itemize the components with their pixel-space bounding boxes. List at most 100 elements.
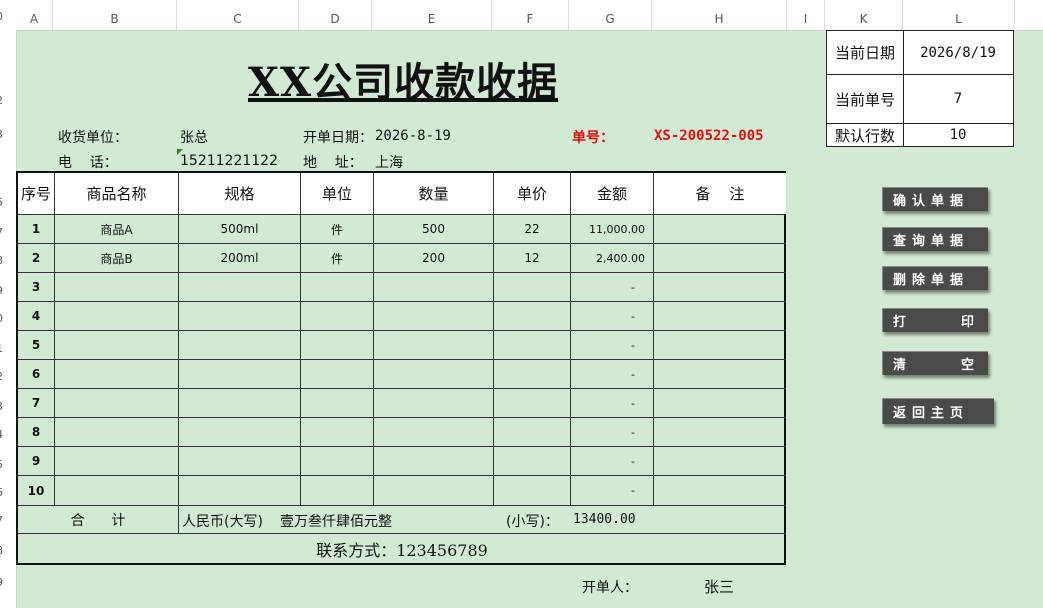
order-no-value[interactable]: XS-200522-005: [654, 128, 764, 144]
row-number[interactable]: 9: [0, 284, 12, 297]
row-spec[interactable]: 200ml: [179, 244, 301, 273]
row-unit[interactable]: [301, 389, 374, 418]
row-number[interactable]: 7: [0, 514, 12, 527]
column-header-l[interactable]: L: [903, 0, 1015, 30]
row-note[interactable]: [654, 476, 786, 506]
date-value[interactable]: 2026-8-19: [375, 128, 451, 144]
row-amount[interactable]: 11,000.00: [571, 215, 654, 244]
row-unit[interactable]: [301, 476, 374, 506]
row-note[interactable]: [654, 360, 786, 389]
clear-button[interactable]: 清 空: [882, 351, 988, 375]
row-name[interactable]: [55, 331, 179, 360]
row-qty[interactable]: [374, 418, 494, 447]
row-number[interactable]: 3: [0, 128, 12, 141]
row-note[interactable]: [654, 418, 786, 447]
print-button[interactable]: 打 印: [882, 308, 988, 332]
row-spec[interactable]: [179, 302, 301, 331]
row-qty[interactable]: [374, 389, 494, 418]
column-header-i[interactable]: I: [787, 0, 825, 30]
row-unit[interactable]: [301, 302, 374, 331]
row-number[interactable]: 3: [0, 400, 12, 413]
row-number[interactable]: 7: [0, 226, 12, 239]
query-receipt-button[interactable]: 查询单据: [882, 227, 988, 251]
row-spec[interactable]: 500ml: [179, 215, 301, 244]
row-name[interactable]: [55, 389, 179, 418]
issuer-value[interactable]: 张三: [704, 576, 734, 597]
row-name[interactable]: [55, 302, 179, 331]
row-name[interactable]: 商品B: [55, 244, 179, 273]
row-name[interactable]: 商品A: [55, 215, 179, 244]
row-qty[interactable]: [374, 273, 494, 302]
row-price[interactable]: 12: [494, 244, 571, 273]
column-header-e[interactable]: E: [372, 0, 492, 30]
row-price[interactable]: [494, 447, 571, 476]
row-number[interactable]: 4: [0, 428, 12, 441]
row-number[interactable]: 1: [0, 342, 12, 355]
row-number[interactable]: 2: [0, 94, 12, 107]
row-number[interactable]: 5: [0, 196, 12, 209]
row-price[interactable]: 22: [494, 215, 571, 244]
row-name[interactable]: [55, 273, 179, 302]
column-header-c[interactable]: C: [177, 0, 299, 30]
row-qty[interactable]: [374, 476, 494, 506]
row-name[interactable]: [55, 447, 179, 476]
row-qty[interactable]: [374, 360, 494, 389]
row-unit[interactable]: [301, 331, 374, 360]
home-button[interactable]: 返回主页: [882, 398, 994, 424]
row-price[interactable]: [494, 418, 571, 447]
row-number[interactable]: 0: [0, 312, 12, 325]
row-price[interactable]: [494, 302, 571, 331]
row-qty[interactable]: 200: [374, 244, 494, 273]
row-qty[interactable]: [374, 331, 494, 360]
confirm-receipt-button[interactable]: 确认单据: [882, 187, 988, 211]
row-price[interactable]: [494, 476, 571, 506]
row-spec[interactable]: [179, 360, 301, 389]
row-name[interactable]: [55, 418, 179, 447]
row-unit[interactable]: 件: [301, 215, 374, 244]
info-value[interactable]: 2026/8/19: [903, 31, 1013, 74]
row-amount[interactable]: -: [571, 302, 654, 331]
row-qty[interactable]: 500: [374, 215, 494, 244]
delete-receipt-button[interactable]: 删除单据: [882, 266, 988, 290]
row-price[interactable]: [494, 389, 571, 418]
row-price[interactable]: [494, 331, 571, 360]
row-unit[interactable]: 件: [301, 244, 374, 273]
row-number[interactable]: 9: [0, 576, 12, 589]
row-number[interactable]: 8: [0, 544, 12, 557]
column-header-d[interactable]: D: [299, 0, 372, 30]
row-amount[interactable]: -: [571, 360, 654, 389]
row-note[interactable]: [654, 215, 786, 244]
column-header-f[interactable]: F: [492, 0, 569, 30]
row-note[interactable]: [654, 302, 786, 331]
row-note[interactable]: [654, 273, 786, 302]
row-spec[interactable]: [179, 389, 301, 418]
row-qty[interactable]: [374, 302, 494, 331]
phone-value[interactable]: 15211221122: [180, 153, 278, 169]
row-unit[interactable]: [301, 273, 374, 302]
row-amount[interactable]: -: [571, 331, 654, 360]
row-spec[interactable]: [179, 418, 301, 447]
row-note[interactable]: [654, 331, 786, 360]
row-note[interactable]: [654, 447, 786, 476]
row-price[interactable]: [494, 360, 571, 389]
row-name[interactable]: [55, 360, 179, 389]
row-number[interactable]: 2: [0, 370, 12, 383]
column-header-g[interactable]: G: [569, 0, 652, 30]
address-value[interactable]: 上海: [375, 152, 403, 172]
customer-value[interactable]: 张总: [180, 127, 208, 147]
row-amount[interactable]: -: [571, 476, 654, 506]
row-amount[interactable]: -: [571, 418, 654, 447]
row-number[interactable]: 5: [0, 458, 12, 471]
row-number[interactable]: 8: [0, 254, 12, 267]
row-amount[interactable]: 2,400.00: [571, 244, 654, 273]
row-name[interactable]: [55, 476, 179, 506]
row-spec[interactable]: [179, 273, 301, 302]
row-amount[interactable]: -: [571, 273, 654, 302]
column-header-k[interactable]: K: [825, 0, 903, 30]
row-unit[interactable]: [301, 360, 374, 389]
info-value[interactable]: 10: [903, 124, 1013, 146]
row-unit[interactable]: [301, 447, 374, 476]
row-note[interactable]: [654, 389, 786, 418]
row-amount[interactable]: -: [571, 447, 654, 476]
row-number[interactable]: 0: [0, 10, 12, 23]
